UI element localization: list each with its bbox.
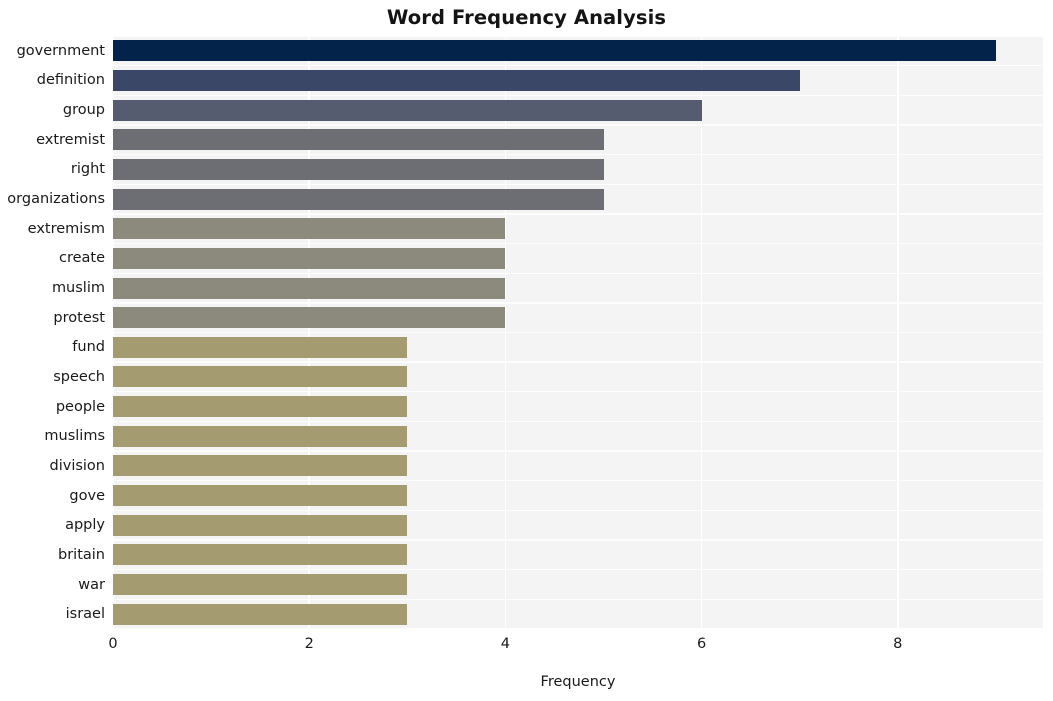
- x-axis-tick-label: 2: [304, 636, 314, 652]
- y-gridline: [113, 183, 1043, 185]
- plot-area: [113, 36, 1043, 629]
- y-gridline: [113, 153, 1043, 156]
- y-axis-tick-label: group: [62, 102, 105, 119]
- y-gridline: [113, 94, 1043, 96]
- y-gridline: [113, 480, 1043, 482]
- y-gridline: [113, 598, 1043, 601]
- bar: [113, 455, 408, 477]
- y-gridline: [113, 64, 1043, 67]
- x-axis-tick-label: 0: [108, 636, 118, 652]
- y-axis-tick-label: government: [16, 42, 105, 59]
- bar: [113, 425, 408, 447]
- y-gridline: [113, 569, 1043, 571]
- y-axis-tick-label: division: [49, 457, 106, 474]
- bar: [113, 514, 408, 536]
- x-axis-tick-label: 4: [500, 636, 510, 652]
- y-axis-tick-label: right: [70, 161, 105, 178]
- y-gridline: [113, 391, 1043, 393]
- y-axis-tick-label: britain: [58, 546, 105, 563]
- y-axis-tick-label: organizations: [7, 191, 105, 208]
- chart-figure: Word Frequency Analysis government defini…: [0, 0, 1053, 701]
- y-axis-tick-label: definition: [36, 72, 105, 89]
- bar: [113, 129, 604, 151]
- y-gridline: [113, 242, 1043, 245]
- y-gridline: [113, 124, 1043, 126]
- y-axis-tick-label: extremism: [27, 220, 105, 237]
- bar: [113, 188, 604, 210]
- y-axis-tick-label: apply: [65, 517, 105, 534]
- bar: [113, 336, 408, 358]
- y-axis-tick-label: people: [55, 398, 105, 415]
- bar: [113, 99, 702, 121]
- bar: [113, 277, 506, 299]
- y-gridline: [113, 36, 1043, 37]
- bar: [113, 307, 506, 329]
- bar: [113, 158, 604, 180]
- bar: [113, 69, 800, 91]
- y-axis-tick-label: protest: [53, 309, 105, 326]
- y-axis-tick-label: fund: [72, 339, 105, 356]
- y-axis-tick-label: israel: [65, 606, 105, 623]
- x-axis-title: Frequency: [540, 674, 616, 690]
- y-gridline: [113, 420, 1043, 423]
- bar: [113, 603, 408, 625]
- y-gridline: [113, 213, 1043, 215]
- bar: [113, 366, 408, 388]
- bar: [113, 40, 996, 62]
- y-axis-tick-label: gove: [69, 487, 105, 504]
- y-gridline: [113, 628, 1043, 629]
- y-gridline: [113, 302, 1043, 304]
- bar: [113, 396, 408, 418]
- y-gridline: [113, 539, 1043, 541]
- y-gridline: [113, 272, 1043, 274]
- bar: [113, 218, 506, 240]
- x-axis-tick-labels: 0 2 4 6 8: [0, 636, 1053, 660]
- y-axis-tick-label: muslims: [44, 428, 105, 445]
- y-axis-tick-label: extremist: [36, 131, 105, 148]
- bar: [113, 247, 506, 269]
- y-gridline: [113, 450, 1043, 452]
- page-title: Word Frequency Analysis: [386, 6, 667, 29]
- y-axis-tick-label: speech: [53, 368, 105, 385]
- x-axis-tick-label: 6: [696, 636, 707, 652]
- y-axis-tick-label: create: [58, 250, 105, 267]
- x-axis-tick-label: 8: [893, 636, 903, 652]
- bar: [113, 574, 408, 596]
- y-axis-tick-label: muslim: [51, 280, 105, 297]
- y-gridline: [113, 361, 1043, 363]
- y-axis-tick-label: war: [78, 576, 105, 593]
- y-gridline: [113, 509, 1043, 512]
- y-gridline: [113, 331, 1043, 334]
- bar: [113, 485, 408, 507]
- bar: [113, 544, 408, 566]
- y-axis-tick-labels: government definition group extremist right o…: [0, 36, 105, 629]
